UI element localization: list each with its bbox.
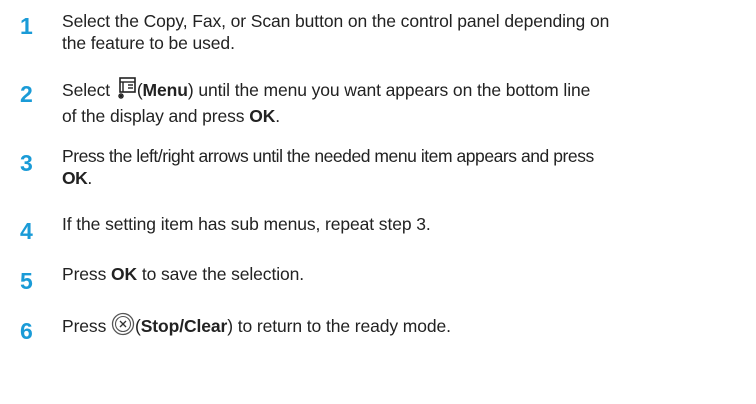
step-text-line1: If the setting item has sub menus, repea… — [62, 214, 431, 234]
step-text: If the setting item has sub menus, repea… — [62, 213, 752, 235]
step-number: 3 — [20, 150, 33, 176]
menu-label: Menu — [142, 80, 188, 100]
step-number: 4 — [20, 218, 33, 244]
ok-label: OK — [249, 106, 276, 126]
step-text: Press (Stop/Clear) to return to the read… — [62, 312, 752, 341]
step-number: 2 — [20, 81, 33, 107]
step-text-pre: Press — [62, 316, 107, 336]
step-text-line1: Press the left/right arrows until the ne… — [62, 146, 594, 166]
step-text-post: to save the selection. — [137, 264, 305, 284]
step-text-line2: the feature to be used. — [62, 33, 235, 53]
step-text-pre: Select — [62, 80, 111, 100]
step-number: 6 — [20, 318, 33, 344]
ok-label: OK — [111, 264, 138, 284]
step-text-line2: of the display and press — [62, 106, 250, 126]
step-text: Press the left/right arrows until the ne… — [62, 145, 752, 189]
stop-clear-icon — [111, 312, 135, 341]
step-text-line2-post: . — [87, 168, 92, 188]
step-text-line2-post: . — [275, 106, 281, 126]
step-text-after: ) until the menu you want appears on the… — [187, 80, 591, 100]
step-number: 5 — [20, 268, 33, 294]
step-text: Select the Copy, Fax, or Scan button on … — [62, 10, 752, 54]
ok-label: OK — [62, 168, 88, 188]
step-text: Press OK to save the selection. — [62, 263, 752, 285]
step-text: Select (Menu) until the menu you want ap… — [62, 76, 752, 127]
stop-clear-label: Stop/Clear — [140, 316, 228, 336]
step-number: 1 — [20, 13, 33, 39]
step-text-pre: Press — [62, 264, 111, 284]
step-text-post: ) to return to the ready mode. — [227, 316, 451, 336]
menu-icon — [115, 76, 137, 105]
step-text-line1: Select the Copy, Fax, or Scan button on … — [62, 11, 610, 31]
